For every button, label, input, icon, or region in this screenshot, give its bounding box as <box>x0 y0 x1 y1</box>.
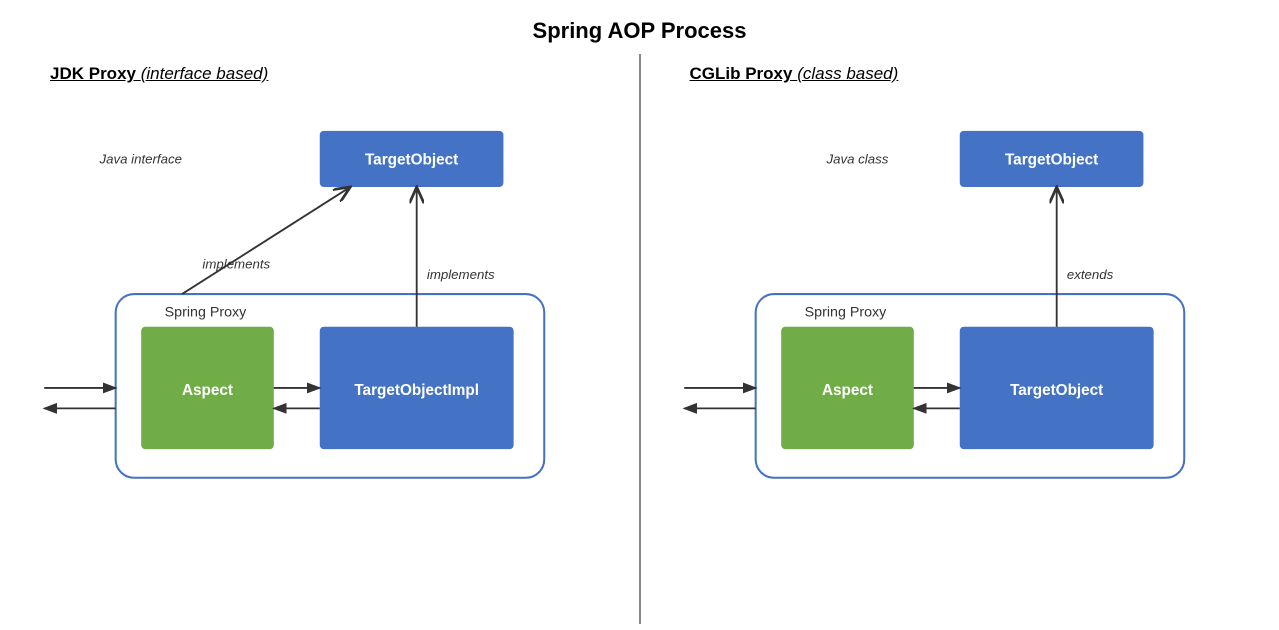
implements-label2: implements <box>427 267 495 282</box>
right-panel: CGLib Proxy (class based) TargetObject J… <box>640 54 1279 624</box>
java-interface-label: Java interface <box>98 151 182 166</box>
target-obj-label-r: TargetObject <box>1010 382 1103 399</box>
implements-label1: implements <box>202 257 270 272</box>
jdk-proxy-title: JDK Proxy <box>50 64 136 83</box>
extends-label: extends <box>1066 267 1113 282</box>
spring-proxy-label-r: Spring Proxy <box>804 305 887 321</box>
target-class-label: TargetObject <box>1004 151 1097 168</box>
aspect-label-r: Aspect <box>821 382 872 399</box>
spring-proxy-label: Spring Proxy <box>165 305 248 321</box>
aspect-label: Aspect <box>182 382 233 399</box>
jdk-proxy-subtitle: (interface based) <box>141 64 269 83</box>
diagram-container: JDK Proxy (interface based) TargetObject… <box>0 54 1279 624</box>
left-diagram: TargetObject Java interface Spring Proxy… <box>20 90 620 590</box>
right-diagram: TargetObject Java class Spring Proxy Asp… <box>660 90 1260 590</box>
target-impl-label: TargetObjectImpl <box>354 382 479 399</box>
target-interface-label: TargetObject <box>365 151 458 168</box>
left-panel-title: JDK Proxy (interface based) <box>20 64 620 84</box>
java-class-label: Java class <box>825 151 888 166</box>
left-panel: JDK Proxy (interface based) TargetObject… <box>0 54 640 624</box>
cglib-proxy-title: CGLib Proxy <box>690 64 793 83</box>
right-panel-title: CGLib Proxy (class based) <box>660 64 1260 84</box>
implements-arrow1 <box>182 187 350 294</box>
page-title: Spring AOP Process <box>0 0 1279 54</box>
cglib-proxy-subtitle: (class based) <box>797 64 898 83</box>
